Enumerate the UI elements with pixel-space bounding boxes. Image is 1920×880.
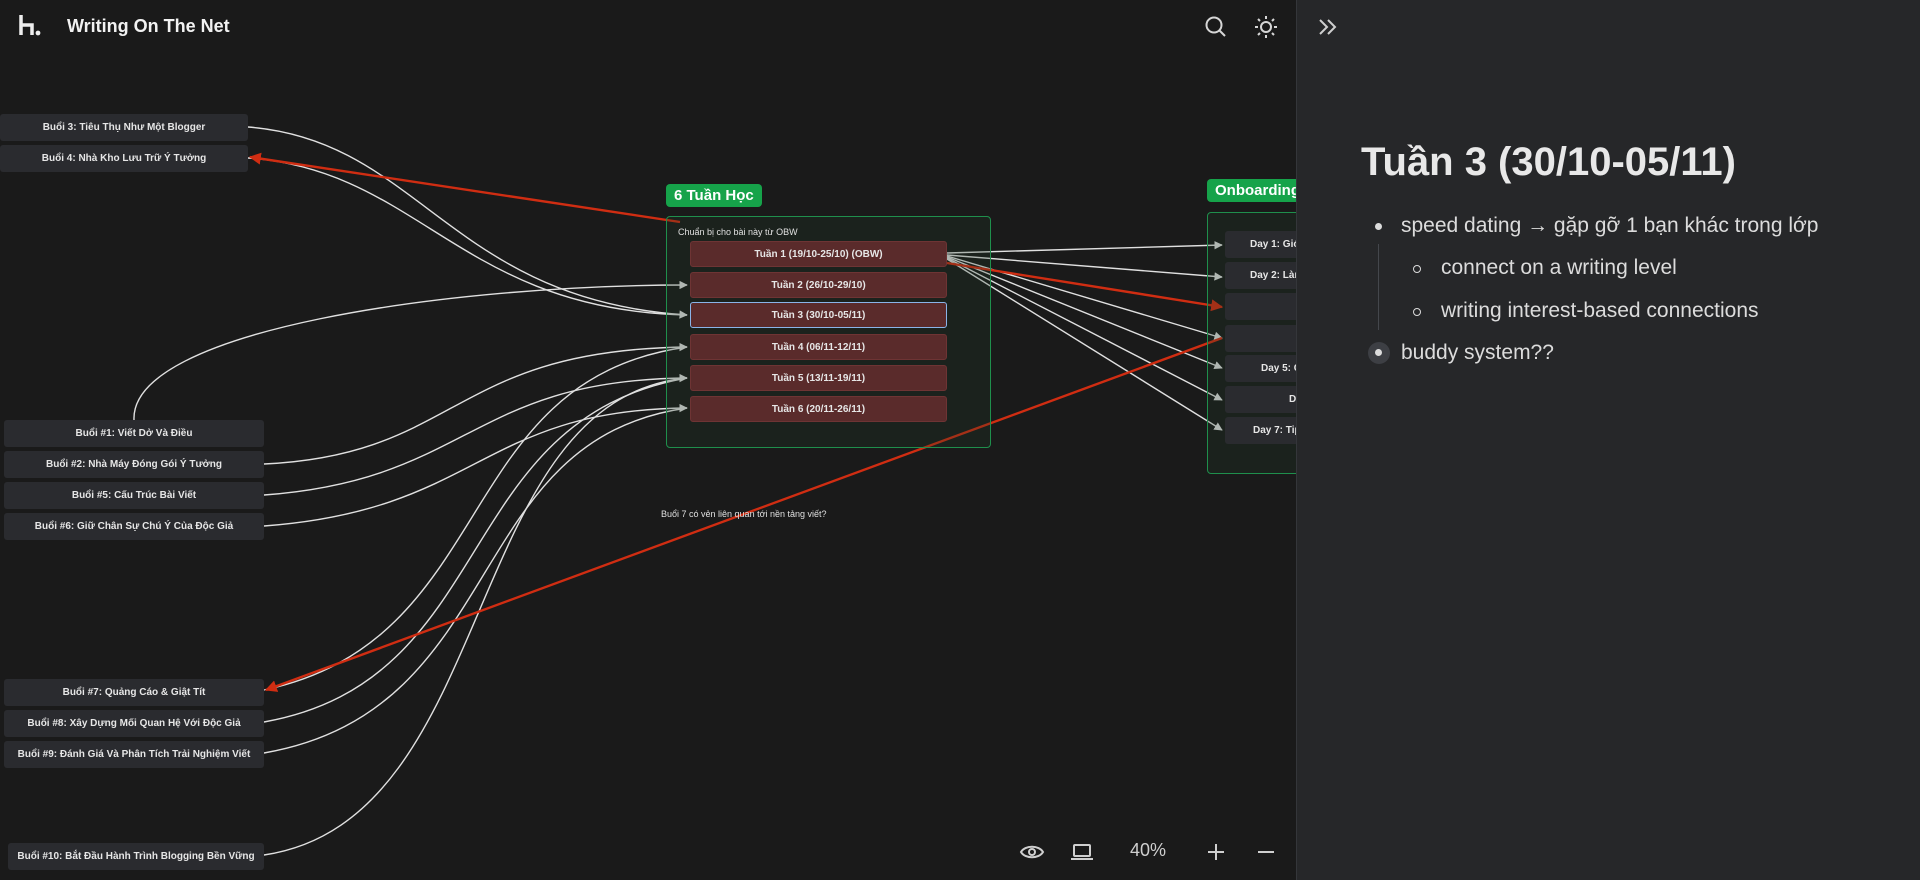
minus-icon[interactable] — [1253, 839, 1279, 865]
node-day-4[interactable] — [1225, 325, 1296, 352]
sub-bullet-dot — [1413, 308, 1421, 316]
expand-icon[interactable] — [1315, 14, 1341, 40]
node-day-2[interactable]: Day 2: Làm — [1225, 262, 1296, 289]
node-week-6[interactable]: Tuần 6 (20/11-26/11) — [690, 396, 947, 422]
group-6-weeks-label[interactable]: 6 Tuần Học — [666, 184, 762, 207]
edge-red — [248, 152, 681, 224]
node-day-5[interactable]: Day 5: C — [1225, 355, 1296, 382]
bullet-dot — [1375, 223, 1382, 230]
bullet-2[interactable]: buddy system?? — [1401, 341, 1554, 365]
node-session-7[interactable]: Buổi #7: Quảng Cáo & Giật Tít — [4, 679, 264, 706]
node-week-2[interactable]: Tuần 2 (26/10-29/10) — [690, 272, 947, 298]
edge — [263, 377, 688, 856]
canvas-area[interactable]: Writing On The Net Buổi 3: Tiêu Thụ Như … — [0, 0, 1296, 880]
zoom-level: 40% — [1130, 840, 1167, 860]
node-session-9[interactable]: Buổi #9: Đánh Giá Và Phân Tích Trải Nghi… — [4, 741, 264, 768]
sub-bullet-2[interactable]: writing interest-based connections — [1441, 299, 1759, 323]
edge — [247, 157, 688, 316]
app-title: Writing On The Net — [67, 16, 230, 36]
node-session-4[interactable]: Buổi 4: Nhà Kho Lưu Trữ Ý Tưởng — [0, 145, 248, 172]
edge — [133, 280, 688, 421]
sun-icon[interactable] — [1253, 14, 1279, 40]
floating-note[interactable]: Buổi 7 có vẻn liên quan tới nền tảng viế… — [661, 509, 827, 519]
panel-title: Tuần 3 (30/10-05/11) — [1361, 140, 1736, 184]
plus-icon[interactable] — [1203, 839, 1229, 865]
sub-bullet-dot — [1413, 265, 1421, 273]
node-day-3[interactable] — [1225, 293, 1296, 320]
node-session-10[interactable]: Buổi #10: Bắt Đầu Hành Trình Blogging Bề… — [8, 843, 264, 870]
node-session-2[interactable]: Buổi #2: Nhà Máy Đóng Gói Ý Tưởng — [4, 451, 264, 478]
node-day-7[interactable]: Day 7: Tips — [1225, 417, 1296, 444]
node-day-1[interactable]: Day 1: Giới — [1225, 231, 1296, 258]
laptop-icon[interactable] — [1069, 839, 1095, 865]
node-session-3[interactable]: Buổi 3: Tiêu Thụ Như Một Blogger — [0, 114, 248, 141]
node-week-5[interactable]: Tuần 5 (13/11-19/11) — [690, 365, 947, 391]
node-session-5[interactable]: Buổi #5: Cấu Trúc Bài Viết — [4, 482, 264, 509]
group-onboarding-label[interactable]: Onboarding — [1207, 179, 1296, 202]
bullet-1[interactable]: speed dating → gặp gỡ 1 bạn khác trong l… — [1401, 214, 1819, 238]
edge — [263, 407, 688, 754]
sub-bullet-1[interactable]: connect on a writing level — [1441, 256, 1677, 280]
detail-panel: Tuần 3 (30/10-05/11) speed dating → gặp … — [1296, 0, 1920, 880]
search-icon[interactable] — [1203, 14, 1229, 40]
node-day-6[interactable]: D — [1225, 386, 1296, 413]
eye-icon[interactable] — [1019, 839, 1045, 865]
indent-guide — [1378, 244, 1379, 330]
edge — [247, 126, 688, 319]
node-week-3-selected[interactable]: Tuần 3 (30/10-05/11) — [690, 302, 947, 328]
node-session-8[interactable]: Buổi #8: Xây Dựng Mối Quan Hệ Với Độc Gi… — [4, 710, 264, 737]
edge — [263, 342, 688, 465]
node-week-1[interactable]: Tuần 1 (19/10-25/10) (OBW) — [690, 241, 947, 267]
group-6-weeks-note[interactable]: Chuẩn bị cho bài này từ OBW — [678, 227, 798, 237]
node-week-4[interactable]: Tuần 4 (06/11-12/11) — [690, 334, 947, 360]
node-session-1[interactable]: Buổi #1: Viết Dở Và Điều — [4, 420, 264, 447]
app-logo-icon[interactable] — [18, 12, 44, 38]
bullet-dot — [1375, 349, 1382, 356]
node-session-6[interactable]: Buổi #6: Giữ Chân Sự Chú Ý Của Độc Giả — [4, 513, 264, 540]
